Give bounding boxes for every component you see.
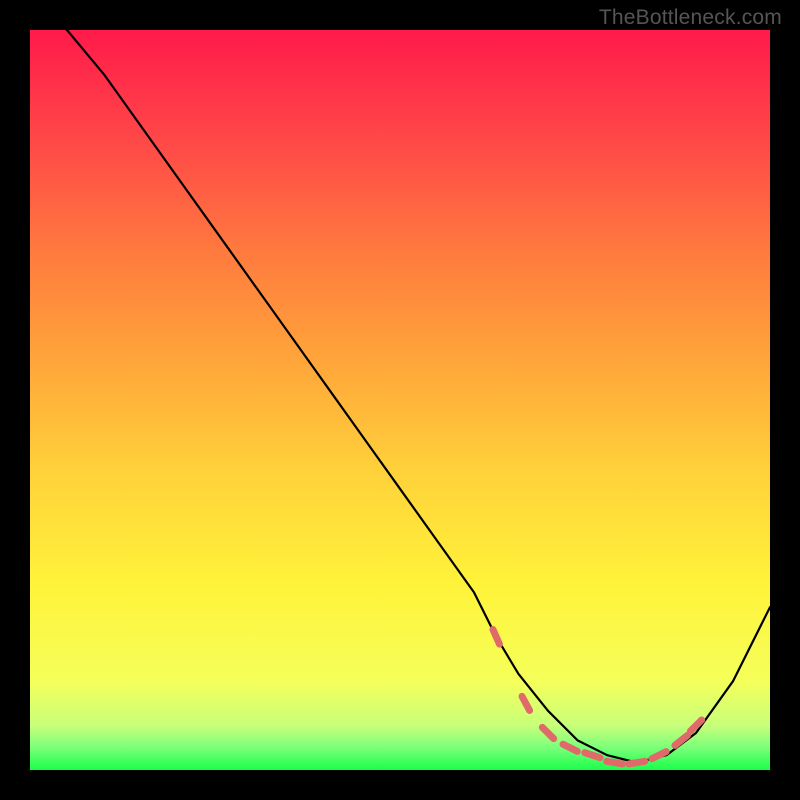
chart-container: TheBottleneck.com: [0, 0, 800, 800]
plot-area: [30, 30, 770, 770]
marker-optimal-zone-markers: [607, 761, 623, 764]
marker-optimal-zone-markers: [585, 753, 600, 758]
marker-optimal-zone-markers: [629, 761, 645, 764]
gradient-background: [30, 30, 770, 770]
chart-svg: [30, 30, 770, 770]
watermark-text: TheBottleneck.com: [599, 6, 782, 30]
